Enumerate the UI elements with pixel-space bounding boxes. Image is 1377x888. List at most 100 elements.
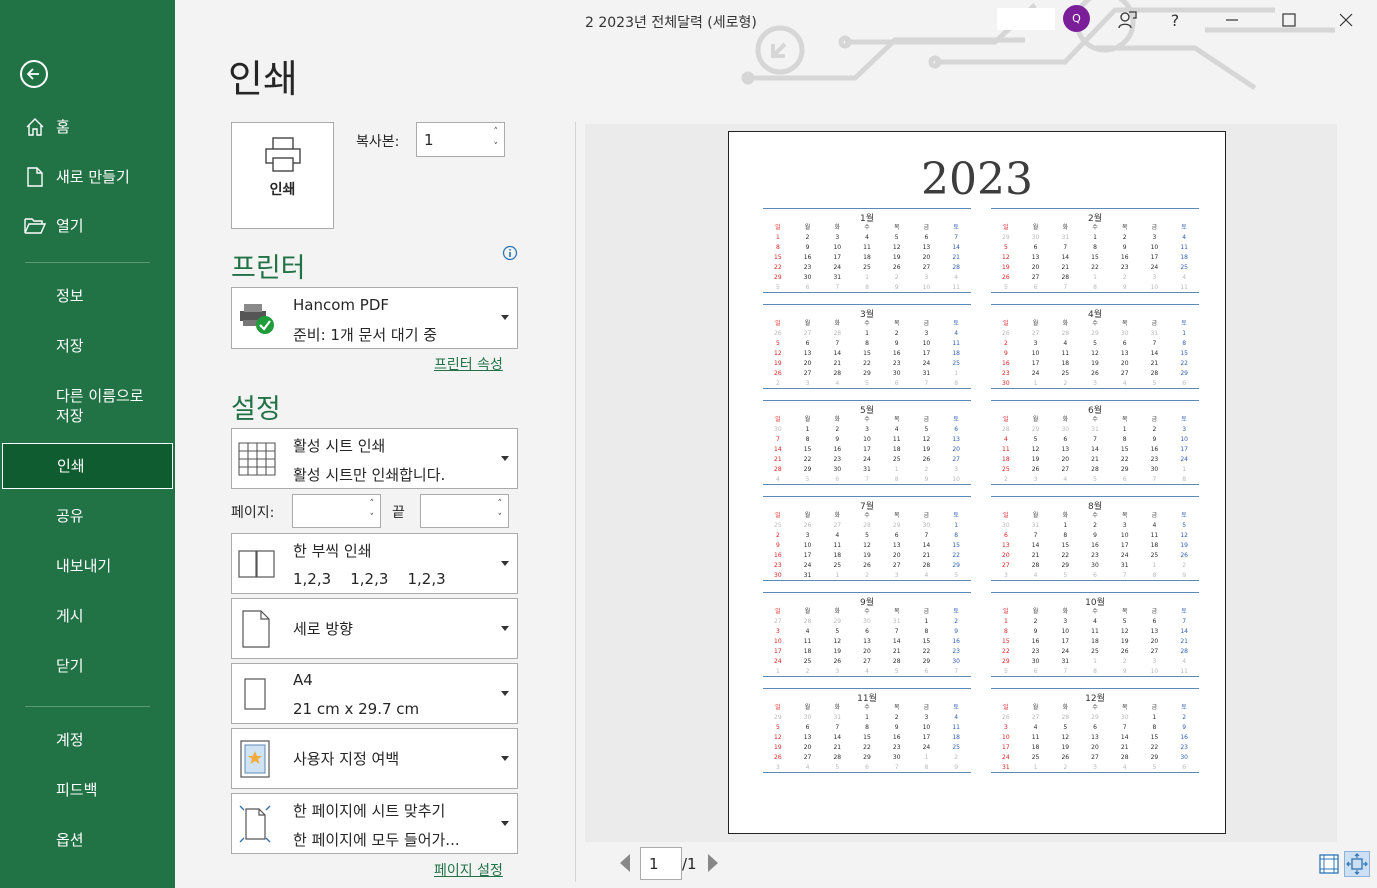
info-icon[interactable]: [502, 245, 518, 261]
calendar-day: 5: [1063, 724, 1068, 731]
calendar-day: 2: [1093, 522, 1097, 529]
calendar-day: 23: [774, 562, 782, 569]
printer-icon: [265, 137, 301, 172]
calendar-day: 2: [894, 330, 899, 337]
current-page-input[interactable]: 1: [640, 847, 682, 880]
back-arrow-icon: [26, 68, 39, 80]
maximize-icon[interactable]: [1277, 8, 1301, 32]
nav-save-as[interactable]: 다른 이름으로 저장: [0, 383, 175, 429]
page-setup-link[interactable]: 페이지 설정: [434, 860, 503, 880]
share-feedback-icon[interactable]: [1115, 8, 1139, 32]
month-name: 1월: [859, 214, 874, 224]
calendar-day: 13: [1091, 734, 1099, 741]
paper-size-dropdown[interactable]: A4 21 cm x 29.7 cm: [231, 663, 518, 724]
paper-icon: [244, 677, 266, 710]
nav-open[interactable]: 열기: [0, 203, 175, 249]
scaling-dropdown[interactable]: 한 페이지에 시트 맞추기 한 페이지에 모두 들어가...: [231, 793, 518, 854]
collate-dropdown[interactable]: 한 부씩 인쇄 1,2,3 1,2,3 1,2,3: [231, 533, 518, 594]
month-rule: [763, 388, 971, 389]
calendar-day: 20: [922, 254, 931, 261]
close-icon[interactable]: [1334, 8, 1358, 32]
nav-home[interactable]: 홈: [0, 104, 175, 150]
custom-margins-icon: [240, 739, 270, 778]
spin-up-icon[interactable]: ˄: [370, 500, 375, 509]
nav-divider: [25, 706, 150, 707]
nav-new[interactable]: 새로 만들기: [0, 154, 175, 200]
nav-publish[interactable]: 게시: [0, 593, 175, 639]
nav-account[interactable]: 계정: [0, 717, 175, 763]
calendar-day: 30: [1002, 522, 1010, 529]
printer-dropdown[interactable]: Hancom PDF 준비: 1개 문서 대기 중: [231, 287, 518, 349]
calendar-day: 13: [1150, 628, 1159, 635]
spin-down-icon[interactable]: ˅: [498, 514, 503, 523]
calendar-day: 9: [1033, 628, 1038, 635]
calendar-day: 3: [1033, 340, 1038, 347]
calendar-day: 1: [865, 330, 869, 337]
nav-options[interactable]: 옵션: [0, 817, 175, 863]
weekday-label: 수: [1092, 704, 1098, 711]
weekday-label: 일: [1003, 224, 1009, 231]
paper-title: A4: [293, 671, 313, 689]
nav-share[interactable]: 공유: [0, 493, 175, 539]
spin-down-icon[interactable]: ˅: [494, 143, 499, 152]
next-page-icon[interactable]: [708, 854, 718, 872]
help-icon[interactable]: ?: [1163, 8, 1187, 32]
calendar-day: 18: [863, 254, 871, 261]
avatar[interactable]: Q: [1063, 5, 1090, 32]
calendar-day: 12: [1180, 532, 1188, 539]
print-button[interactable]: 인쇄: [231, 122, 334, 229]
calendar-day: 21: [1031, 552, 1040, 559]
calendar-day: 20: [952, 446, 960, 453]
calendar-day: 3: [775, 628, 780, 635]
calendar-day: 28: [1002, 426, 1010, 433]
copies-stepper[interactable]: 1 ˄ ˅: [416, 122, 505, 157]
weekday-label: 목: [1121, 416, 1128, 423]
weekday-label: 일: [775, 704, 781, 711]
calendar-day: 29: [863, 754, 871, 761]
calendar-month: 1월 일 월 화 수 목 금 토 1 2 3 4 5 6 7 8 9 10 11 12 13 14 15 16 17 18 19 20…: [763, 208, 971, 293]
nav-export[interactable]: 내보내기: [0, 543, 175, 589]
minimize-icon[interactable]: [1220, 8, 1244, 32]
nav-feedback[interactable]: 피드백: [0, 767, 175, 813]
calendar-day: 14: [833, 734, 842, 741]
month-grid: 일 월 화 수 목 금 토 29 30 31 1 2 3 4 5 6 7 8 9 10 11 12 13 14 15 16 17 18…: [763, 703, 971, 773]
calendar-day: 30: [1120, 714, 1129, 721]
nav-info-label: 정보: [56, 287, 84, 305]
weekday-label: 화: [834, 512, 841, 519]
margins-dropdown[interactable]: 사용자 지정 여백: [231, 728, 518, 789]
printer-properties-link[interactable]: 프린터 속성: [434, 354, 503, 374]
calendar-day: 28: [863, 522, 871, 529]
nav-divider: [25, 262, 150, 263]
pages-from-input[interactable]: ˄ ˅: [292, 494, 381, 528]
spin-up-icon[interactable]: ˄: [498, 500, 503, 509]
weekday-label: 화: [1062, 416, 1069, 423]
calendar-day: 10: [1061, 628, 1070, 635]
nav-info[interactable]: 정보: [0, 273, 175, 319]
calendar-month: 10월 일 월 화 수 목 금 토 1 2 3 4 5 6 7 8 9 10 11 12 13 14 15 16 17 18 19 2…: [991, 592, 1199, 677]
calendar-day: 27: [1031, 714, 1040, 721]
month-rule: [763, 208, 971, 209]
nav-print[interactable]: 인쇄: [2, 443, 173, 489]
show-margins-icon[interactable]: [1318, 853, 1340, 875]
calendar-day: 21: [1120, 744, 1129, 751]
weekday-label: 토: [953, 320, 959, 327]
calendar-day: 21: [1150, 360, 1159, 367]
nav-account-label: 계정: [56, 731, 84, 749]
month-rule: [763, 484, 971, 485]
spin-up-icon[interactable]: ˄: [494, 128, 499, 137]
print-scope-dropdown[interactable]: 활성 시트 인쇄 활성 시트만 인쇄합니다.: [231, 428, 518, 489]
pages-to-input[interactable]: ˄ ˅: [420, 494, 509, 528]
calendar-day: 10: [1150, 244, 1159, 251]
weekday-label: 수: [1092, 320, 1098, 327]
orientation-dropdown[interactable]: 세로 방향: [231, 598, 518, 659]
calendar-day: 12: [833, 638, 842, 645]
nav-close[interactable]: 닫기: [0, 643, 175, 689]
back-button[interactable]: [20, 60, 48, 88]
calendar-day: 4: [1182, 274, 1187, 281]
calendar-day: 8: [1093, 244, 1097, 251]
calendar-day: 26: [774, 330, 782, 337]
nav-save[interactable]: 저장: [0, 323, 175, 369]
spin-down-icon[interactable]: ˅: [370, 514, 375, 523]
previous-page-icon[interactable]: [620, 854, 630, 872]
zoom-to-page-button[interactable]: [1344, 851, 1370, 877]
